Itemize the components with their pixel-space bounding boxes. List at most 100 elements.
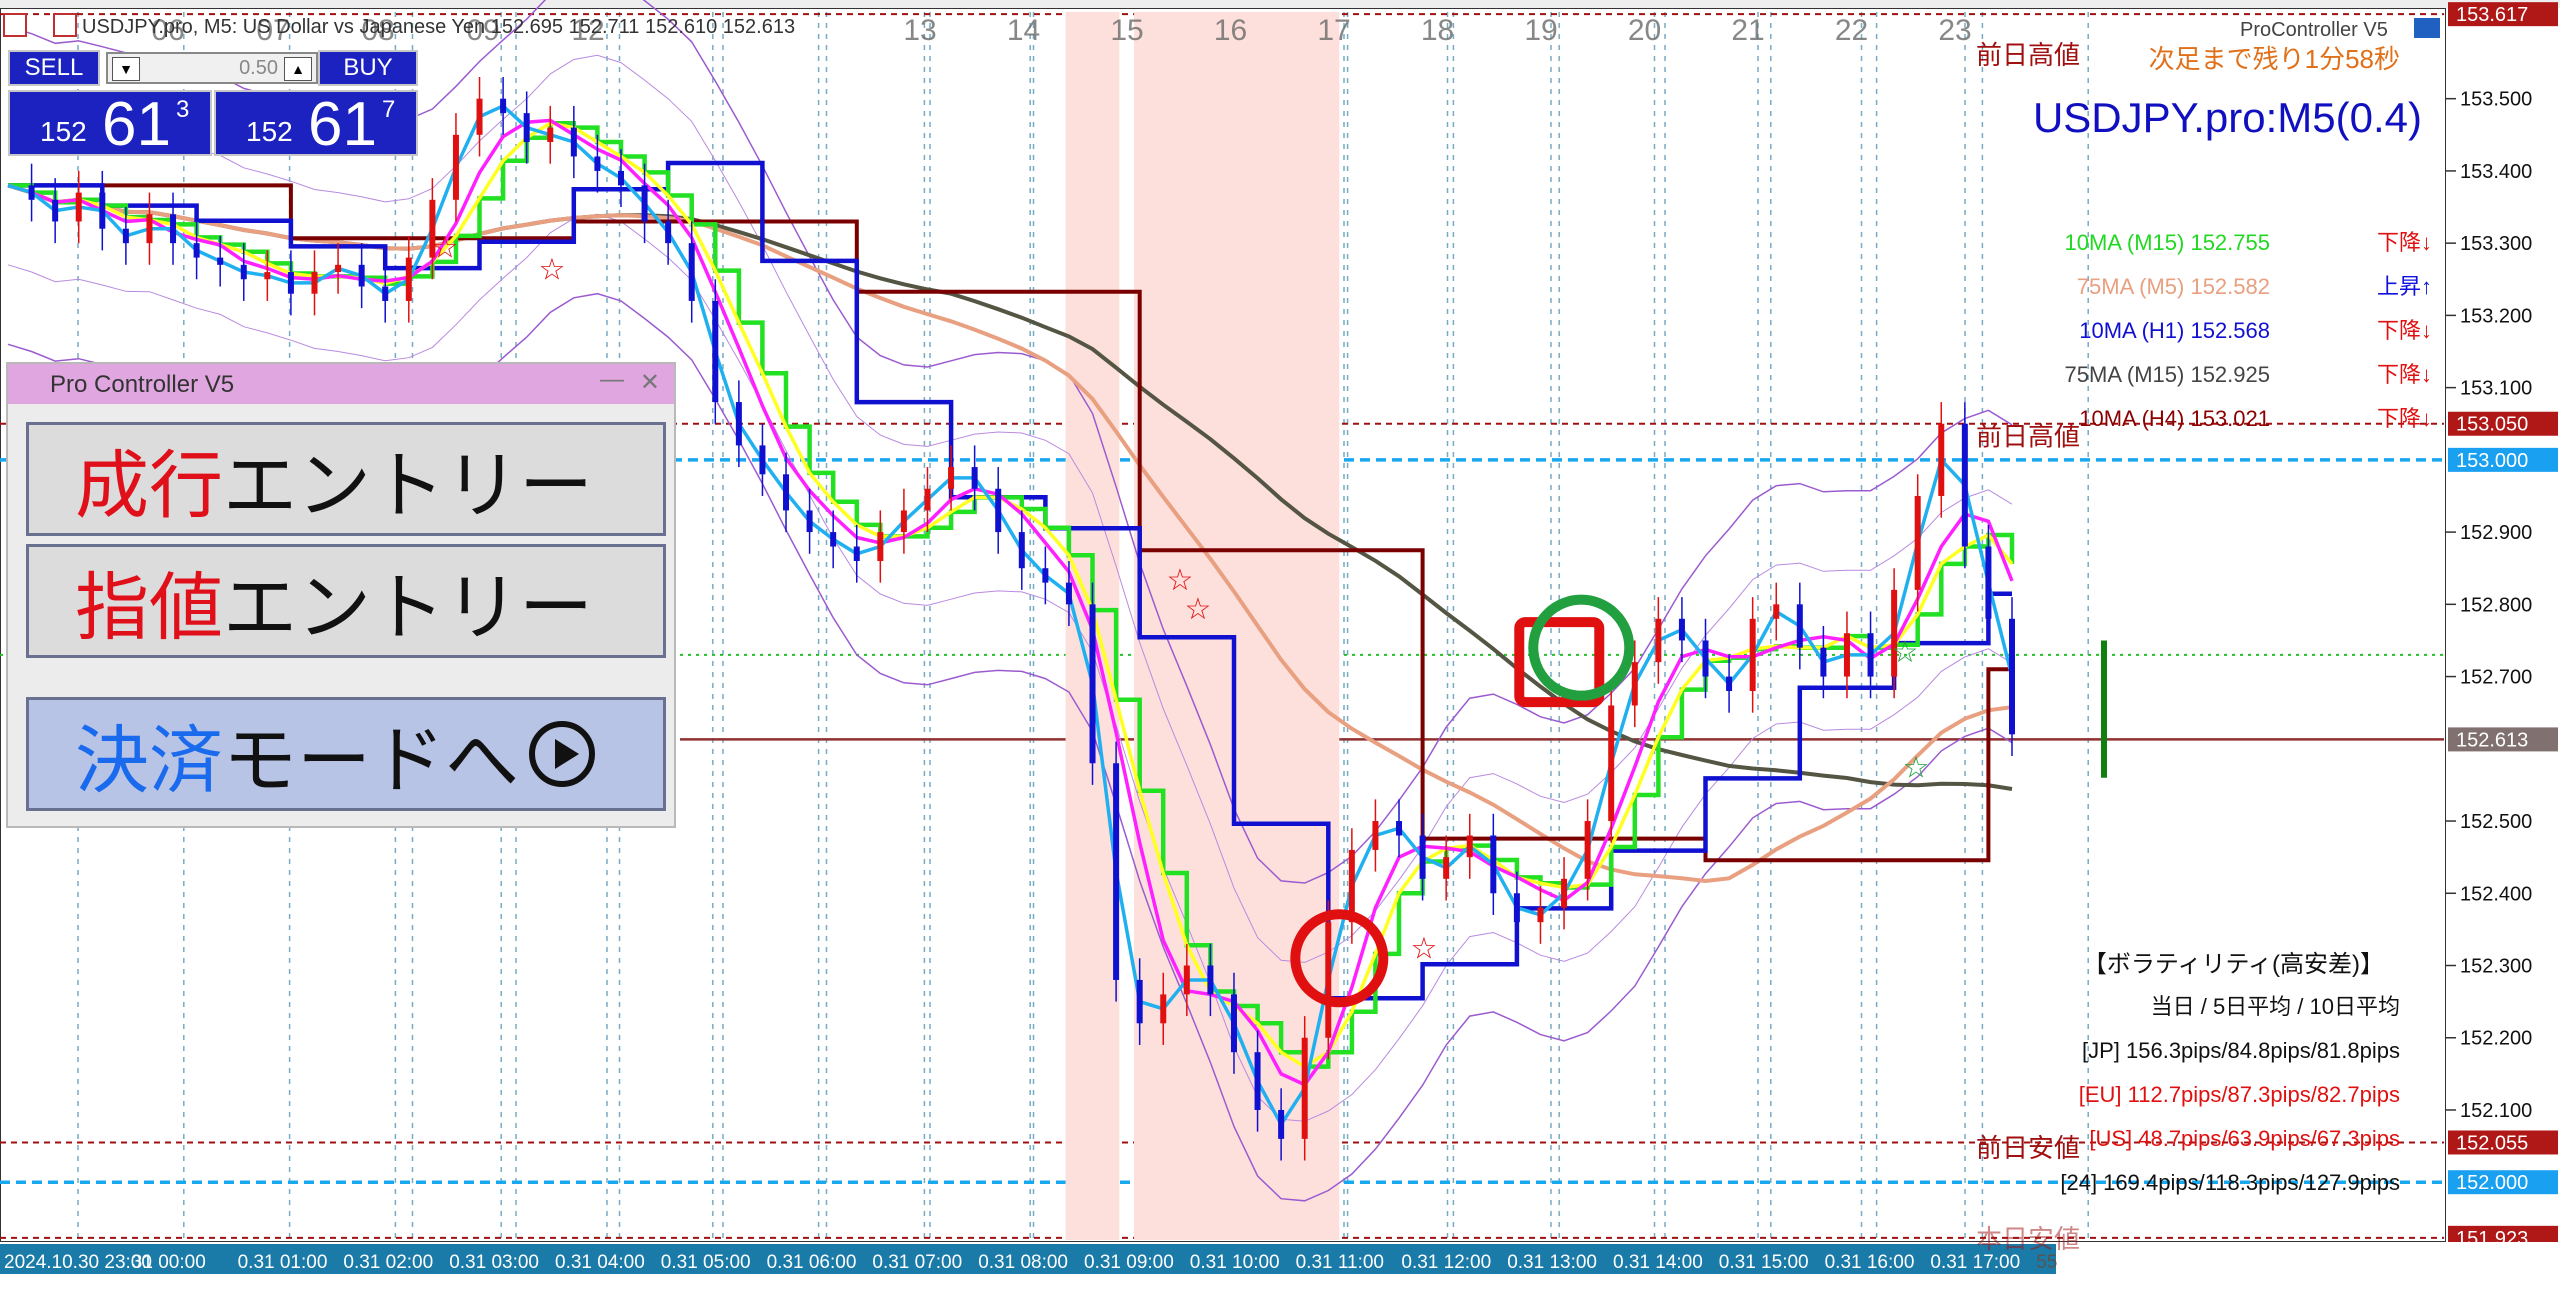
volatility-row: [24] 169.4pips/118.3pips/127.9pips <box>2060 1170 2400 1195</box>
limit-entry-button[interactable]: 指値 エントリー <box>26 544 666 658</box>
chart-title: USDJPY.pro, M5: US Dollar vs Japanese Ye… <box>82 16 795 38</box>
candle-body <box>1631 662 1638 706</box>
close-icon[interactable]: ✕ <box>640 368 660 397</box>
lot-size-input[interactable] <box>148 57 278 79</box>
candle-body <box>500 98 507 114</box>
buy-button[interactable]: BUY <box>318 50 418 86</box>
candle-body <box>665 221 672 244</box>
ask-price-pips: 61 <box>308 90 377 159</box>
candle-body <box>924 488 931 511</box>
minimize-icon[interactable]: — <box>600 366 624 394</box>
day-label: 22 <box>1835 14 1868 47</box>
time-label: 0.31 11:00 <box>1296 1252 1384 1273</box>
candle-body <box>995 488 1002 533</box>
volatility-row: [EU] 112.7pips/87.3pips/82.7pips <box>2079 1082 2400 1107</box>
candle-body <box>358 264 365 287</box>
candle-body <box>735 402 742 446</box>
day-label: 23 <box>1938 14 1971 47</box>
signal-star-icon: ☆ <box>1185 593 1212 626</box>
candle-body <box>759 445 766 475</box>
ask-price-button[interactable]: 152 61 7 <box>214 90 418 159</box>
lot-decrease-arrow-icon[interactable]: ▼ <box>112 57 140 81</box>
signal-star-icon: ☆ <box>1892 636 1919 669</box>
candle-body <box>405 257 412 301</box>
price-marker-label: 152.613 <box>2456 729 2528 751</box>
volatility-title: 【ボラティリティ(高安差)】 <box>2083 951 2384 978</box>
day-label: 15 <box>1110 14 1143 47</box>
price-tick-label: 152.200 <box>2460 1028 2532 1050</box>
candle-body <box>452 134 459 200</box>
chart-menu-icon[interactable] <box>3 13 27 37</box>
candle-body <box>1490 835 1497 894</box>
candle-body <box>570 127 577 157</box>
time-label: 0.31 06:00 <box>767 1252 857 1273</box>
candle-body <box>1843 633 1850 677</box>
candle-body <box>1561 878 1568 908</box>
candle-body <box>1961 423 1968 547</box>
time-label: 0.31 13:00 <box>1507 1252 1597 1273</box>
candle-body <box>1985 546 1992 619</box>
candle-body <box>1773 604 1780 619</box>
candle-body <box>1254 1052 1261 1110</box>
sell-button[interactable]: SELL <box>8 50 100 86</box>
market-entry-button[interactable]: 成行 エントリー <box>26 422 666 536</box>
candle-body <box>617 170 624 186</box>
candle-body <box>75 192 82 222</box>
ask-price-fraction: 7 <box>382 96 396 123</box>
candle-body <box>1702 640 1709 677</box>
time-label: 0.31 14:00 <box>1613 1252 1703 1273</box>
ask-price-prefix: 152 <box>246 116 293 147</box>
price-tick-label: 152.900 <box>2460 522 2532 544</box>
day-low-label-partial: 本日安値 <box>1976 1224 2080 1254</box>
candle-body <box>122 228 129 244</box>
one-click-toggle-icon[interactable] <box>53 13 77 37</box>
candle-body <box>264 272 271 280</box>
volatility-subtitle: 当日 / 5日平均 / 10日平均 <box>2151 994 2400 1019</box>
limit-entry-label-red: 指値 <box>75 564 223 651</box>
candle-body <box>170 214 177 244</box>
day-label: 17 <box>1317 14 1350 47</box>
time-label: 0.31 04:00 <box>555 1252 645 1273</box>
day-label: 20 <box>1628 14 1661 47</box>
time-label: 0.31 03:00 <box>449 1252 539 1273</box>
settle-mode-button[interactable]: 決済 モードへ <box>26 697 666 811</box>
day-label: 19 <box>1524 14 1557 47</box>
candle-body <box>2009 618 2015 735</box>
market-entry-label-red: 成行 <box>75 442 223 529</box>
bid-price-button[interactable]: 152 61 3 <box>8 90 212 158</box>
candle-body <box>594 156 601 171</box>
candle-body <box>1042 568 1049 583</box>
price-tick-label: 152.100 <box>2460 1100 2532 1122</box>
time-label: 0.31 02:00 <box>343 1252 433 1273</box>
price-tick-label: 152.800 <box>2460 594 2532 616</box>
signal-star-icon: ☆ <box>432 232 459 265</box>
time-label: 0.31 01:00 <box>238 1252 328 1273</box>
time-label: 0.31 15:00 <box>1719 1252 1809 1273</box>
candle-body <box>1089 604 1096 764</box>
lot-increase-arrow-icon[interactable]: ▲ <box>284 57 312 81</box>
lot-size-control: ▼ ▲ <box>106 52 318 84</box>
price-tick-label: 152.500 <box>2460 811 2532 833</box>
candle-body <box>99 192 106 229</box>
candle-body <box>1726 676 1733 692</box>
ma-table-label: 10MA (H4) 153.021 <box>2079 406 2270 431</box>
candle-body <box>476 98 483 135</box>
candle-body <box>28 185 35 200</box>
candle-body <box>1796 604 1803 648</box>
pro-controller-titlebar[interactable]: Pro Controller V5 — ✕ <box>8 364 674 404</box>
ma-table-trend: 上昇↑ <box>2377 274 2432 299</box>
candle-body <box>948 467 955 489</box>
candle-body <box>1608 705 1615 822</box>
price-tick-label: 153.200 <box>2460 305 2532 327</box>
candle-body <box>853 546 860 561</box>
signal-star-icon: ☆ <box>1903 752 1930 785</box>
candle-body <box>1183 965 1190 995</box>
ma-table-trend: 下降↓ <box>2377 318 2432 343</box>
time-label: 0.31 05:00 <box>661 1252 751 1273</box>
signal-star-icon: ☆ <box>539 253 566 286</box>
candle-body <box>1301 1037 1308 1139</box>
pro-controller-panel: Pro Controller V5 — ✕ 成行 エントリー 指値 エントリー 決済… <box>6 362 676 828</box>
candle-body <box>52 199 59 222</box>
expert-name: ProController V5 <box>2240 19 2388 41</box>
candle-body <box>523 113 530 143</box>
